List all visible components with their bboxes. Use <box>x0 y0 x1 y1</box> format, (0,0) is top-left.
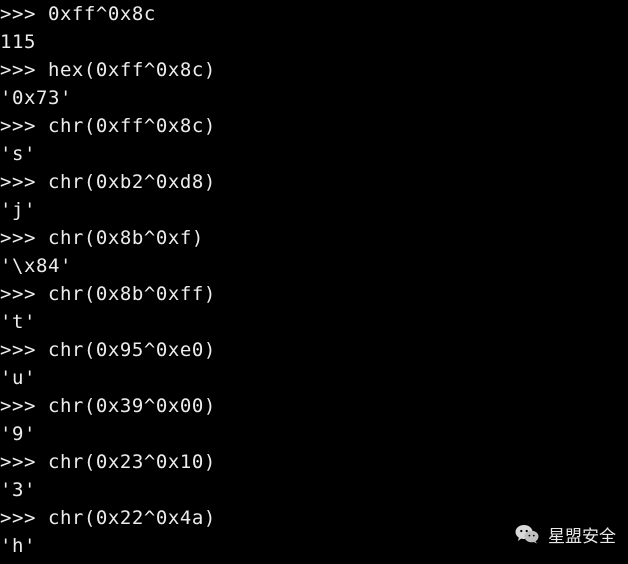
terminal-line-output: '9' <box>0 423 36 445</box>
prompt-marker: >>> <box>0 59 36 81</box>
terminal-line-output: 't' <box>0 311 36 333</box>
terminal-line-input: >>> chr(0x8b^0xf) <box>0 224 204 252</box>
terminal-line-output: 'h' <box>0 535 36 557</box>
watermark-text: 星盟安全 <box>548 526 616 547</box>
input-code: chr(0xb2^0xd8) <box>35 171 216 193</box>
prompt-marker: >>> <box>0 171 36 193</box>
terminal-line-input: >>> hex(0xff^0x8c) <box>0 56 216 84</box>
input-code: chr(0xff^0x8c) <box>35 115 216 137</box>
input-code: chr(0x39^0x00) <box>35 395 216 417</box>
wechat-icon <box>515 525 539 544</box>
prompt-marker: >>> <box>0 507 36 529</box>
input-code: 0xff^0x8c <box>35 3 156 25</box>
terminal-line-input: >>> 0xff^0x8c <box>0 0 156 28</box>
prompt-marker: >>> <box>0 283 36 305</box>
input-code: chr(0x23^0x10) <box>35 451 216 473</box>
prompt-marker: >>> <box>0 3 36 25</box>
terminal-line-input: >>> chr(0x22^0x4a) <box>0 504 216 532</box>
input-code: chr(0x8b^0xf) <box>35 227 204 249</box>
terminal-line-output: 's' <box>0 143 36 165</box>
terminal-line-output: '3' <box>0 479 36 501</box>
terminal-window[interactable]: >>> 0xff^0x8c 115 >>> hex(0xff^0x8c) '0x… <box>0 0 628 564</box>
terminal-line-output: 115 <box>0 31 36 53</box>
terminal-line-output: '0x73' <box>0 87 72 109</box>
prompt-marker: >>> <box>0 339 36 361</box>
prompt-marker: >>> <box>0 395 36 417</box>
terminal-line-input: >>> chr(0xb2^0xd8) <box>0 168 216 196</box>
input-code: chr(0x8b^0xff) <box>35 283 216 305</box>
watermark: 星盟安全 <box>514 520 616 548</box>
input-code: chr(0x22^0x4a) <box>35 507 216 529</box>
terminal-line-input: >>> chr(0x8b^0xff) <box>0 280 216 308</box>
terminal-line-input: >>> chr(0xff^0x8c) <box>0 112 216 140</box>
terminal-line-input: >>> chr(0x23^0x10) <box>0 448 216 476</box>
input-code: hex(0xff^0x8c) <box>35 59 216 81</box>
input-code: chr(0x95^0xe0) <box>35 339 216 361</box>
terminal-line-output: '\x84' <box>0 255 72 277</box>
terminal-line-input: >>> chr(0x39^0x00) <box>0 392 216 420</box>
terminal-line-input: >>> chr(0x95^0xe0) <box>0 336 216 364</box>
terminal-line-output: 'u' <box>0 367 36 389</box>
prompt-marker: >>> <box>0 227 36 249</box>
prompt-marker: >>> <box>0 115 36 137</box>
terminal-line-output: 'j' <box>0 199 36 221</box>
prompt-marker: >>> <box>0 451 36 473</box>
